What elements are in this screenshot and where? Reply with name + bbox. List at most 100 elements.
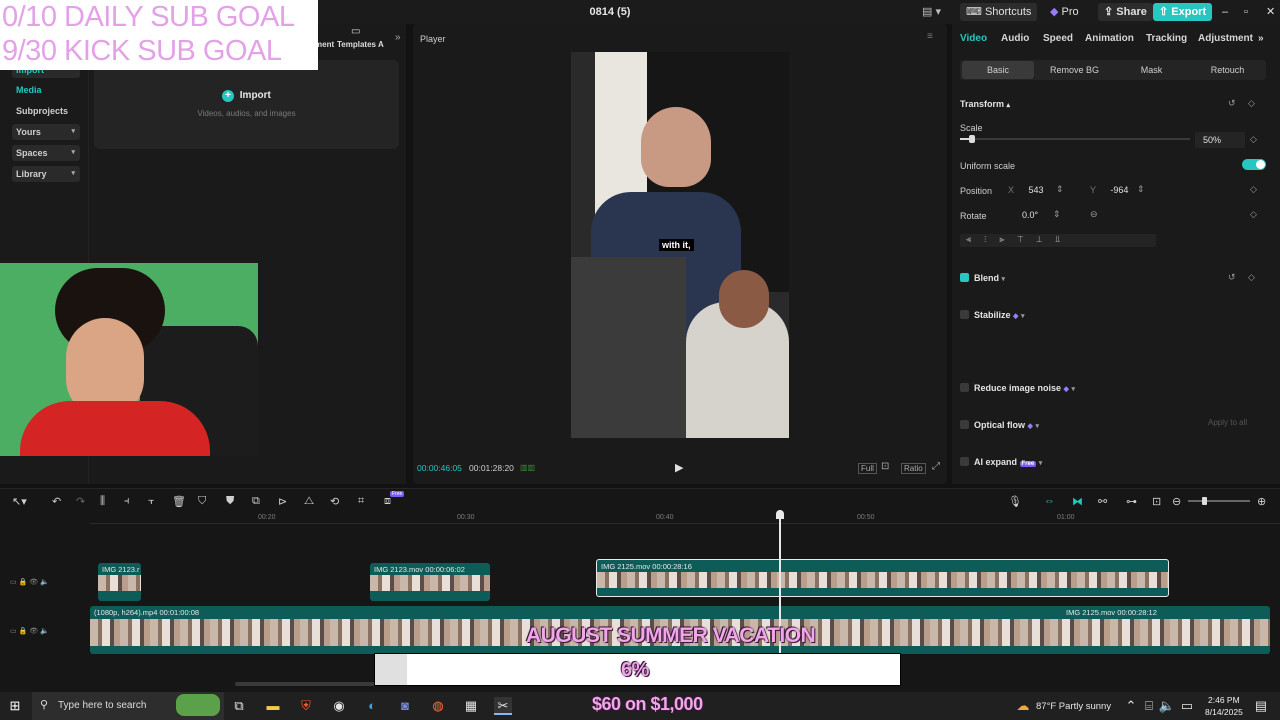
clock-time[interactable]: 2:46 PM <box>1208 695 1240 705</box>
stabilize-header[interactable]: Stabilize ◆ ▾ <box>974 310 1024 320</box>
align-right-icon[interactable]: ⫸ <box>999 234 1017 244</box>
align-bottom-icon[interactable]: ⫫ <box>1055 234 1073 244</box>
transform-header[interactable]: Transform ▴ <box>960 99 1010 109</box>
stabilize-checkbox[interactable] <box>960 310 969 319</box>
ai-expand-checkbox[interactable] <box>960 457 969 466</box>
tab-video[interactable]: Video <box>960 33 987 44</box>
preview-icon[interactable]: ⊡ <box>1152 495 1161 508</box>
timeline-clip[interactable]: IMG 2123.r <box>98 563 141 601</box>
auto-reframe-icon[interactable]: ⧈ <box>384 495 391 508</box>
maximize-icon[interactable]: ▫ <box>1238 3 1254 21</box>
reset-icon[interactable]: ↺ <box>1228 98 1236 109</box>
zoom-slider[interactable] <box>1188 497 1250 505</box>
playhead-handle[interactable] <box>776 510 784 519</box>
track-controls[interactable]: ▭ 🔒 👁 🔈 <box>10 627 49 635</box>
optical-flow-header[interactable]: Optical flow ◆ ▾ <box>974 420 1039 430</box>
scale-value[interactable]: 50% <box>1195 132 1245 148</box>
crop-icon[interactable]: ⌗ <box>358 495 364 508</box>
subtab-retouch[interactable]: Retouch <box>1190 61 1265 79</box>
tab-more[interactable]: A <box>378 40 384 49</box>
keyframe-icon[interactable]: ◇ <box>1248 98 1255 109</box>
full-button[interactable]: Full <box>858 463 877 474</box>
tab-tracking[interactable]: Tracking <box>1146 33 1187 44</box>
select-tool-icon[interactable]: ↖▾ <box>12 495 27 508</box>
play-circle-icon[interactable]: ⊳ <box>278 495 287 508</box>
track-controls[interactable]: ▭ 🔒 👁 🔈 <box>10 578 49 586</box>
zoom-in-icon[interactable]: ⊕ <box>1257 495 1266 508</box>
windows-start-icon[interactable]: ⊞ <box>6 697 24 715</box>
tab-animation[interactable]: Animation <box>1085 33 1134 44</box>
subtab-basic[interactable]: Basic <box>962 61 1034 79</box>
capcut-icon[interactable]: ✂ <box>494 697 512 715</box>
pro-button[interactable]: ◆ Pro <box>1044 3 1085 21</box>
layout-icon[interactable]: ▤ ▾ <box>916 3 947 21</box>
zoom-slider-knob[interactable] <box>1202 497 1207 505</box>
align-middle-icon[interactable]: ⊥ <box>1036 234 1055 244</box>
link-icon[interactable]: ⇔ <box>1044 495 1055 507</box>
magnet-icon[interactable]: ⧓ <box>1072 495 1083 508</box>
ratio-button[interactable]: Ratio <box>901 463 926 474</box>
fullscreen-icon[interactable]: ⤢ <box>932 461 940 472</box>
align-top-icon[interactable]: ⊤ <box>1017 234 1036 244</box>
freeze-icon[interactable]: ⧉ <box>252 495 260 508</box>
blend-header[interactable]: Blend ▾ <box>974 273 1005 283</box>
sidebar-item-spaces[interactable]: Spaces ▾ <box>12 145 80 161</box>
minimize-icon[interactable]: – <box>1216 3 1234 21</box>
mirror-icon[interactable]: ⧍ <box>304 495 314 508</box>
tab-adjustment[interactable]: Adjustment <box>1198 33 1253 44</box>
edge-icon[interactable]: ◐ <box>363 697 381 715</box>
subtab-remove-bg[interactable]: Remove BG <box>1037 61 1112 79</box>
tab-audio[interactable]: Audio <box>1001 33 1029 44</box>
taskbar-search[interactable]: ⚲ Type here to search <box>32 692 224 720</box>
import-dropzone[interactable]: + Import Videos, audios, and images <box>94 60 399 149</box>
firefox-icon[interactable]: ◍ <box>429 697 447 715</box>
keyframe-icon[interactable]: ◇ <box>1250 184 1257 195</box>
discord-icon[interactable]: ◙ <box>396 697 414 715</box>
rotate-icon[interactable]: ⟲ <box>330 495 339 508</box>
timeline-clip-selected[interactable]: IMG 2125.mov 00:00:28:16 <box>596 559 1169 597</box>
sidebar-item-yours[interactable]: Yours ▾ <box>12 124 80 140</box>
scale-slider[interactable] <box>960 135 1190 143</box>
uniform-scale-toggle[interactable] <box>1242 159 1266 170</box>
stepper-icon[interactable]: ⇕ <box>1137 184 1145 195</box>
redo-icon[interactable]: ↷ <box>76 495 85 508</box>
shield-icon[interactable]: ⛊ <box>226 495 234 508</box>
clock-date[interactable]: 8/14/2025 <box>1205 707 1243 717</box>
snap-icon[interactable]: ⊶ <box>1126 495 1137 508</box>
undo-icon[interactable]: ↶ <box>52 495 61 508</box>
optical-flow-checkbox[interactable] <box>960 420 969 429</box>
tab-templates[interactable]: Templates <box>337 40 376 49</box>
marker-icon[interactable]: ⛉ <box>198 495 206 508</box>
rotate-field[interactable]: 0.0° <box>1022 207 1052 223</box>
file-explorer-icon[interactable]: ▬ <box>264 697 282 715</box>
stepper-icon[interactable]: ⇕ <box>1056 184 1064 195</box>
network-icon[interactable]: ⌸ <box>1140 697 1158 715</box>
menu-icon[interactable]: ≡ <box>927 31 933 42</box>
split-icon[interactable]: ⫼ <box>100 495 105 508</box>
volume-icon[interactable]: 🔈 <box>1158 697 1176 715</box>
delete-icon[interactable]: 🗑 <box>172 495 186 508</box>
align-left-icon[interactable]: ⫷ <box>966 234 984 244</box>
ai-expand-header[interactable]: AI expand Free ▾ <box>974 457 1042 467</box>
battery-icon[interactable]: ▭ <box>1178 697 1196 715</box>
tab-speed[interactable]: Speed <box>1043 33 1073 44</box>
keyframe-icon[interactable]: ◇ <box>1248 272 1255 283</box>
reset-icon[interactable]: ↺ <box>1228 272 1236 283</box>
video-preview[interactable]: with it, <box>571 52 789 438</box>
weather-text[interactable]: 87°F Partly sunny <box>1036 701 1111 712</box>
obs-icon[interactable]: ◉ <box>330 697 348 715</box>
reduce-noise-checkbox[interactable] <box>960 383 969 392</box>
notifications-icon[interactable]: ▤ <box>1252 697 1270 715</box>
app-icon[interactable]: ▦ <box>462 697 480 715</box>
share-button[interactable]: ⇪ Share <box>1098 3 1153 21</box>
reduce-noise-header[interactable]: Reduce image noise ◆ ▾ <box>974 383 1075 393</box>
scale-slider-knob[interactable] <box>968 135 975 143</box>
keyframe-icon[interactable]: ◇ <box>1250 209 1257 220</box>
zoom-out-icon[interactable]: ⊖ <box>1172 495 1181 508</box>
sidebar-item-library[interactable]: Library ▾ <box>12 166 80 182</box>
align-center-icon[interactable]: ⫶ <box>984 234 999 244</box>
tray-chevron-icon[interactable]: ⌃ <box>1122 697 1140 715</box>
subtab-mask[interactable]: Mask <box>1114 61 1189 79</box>
export-button[interactable]: ⇧ Export <box>1153 3 1213 21</box>
expand-icon[interactable]: » <box>395 32 401 43</box>
